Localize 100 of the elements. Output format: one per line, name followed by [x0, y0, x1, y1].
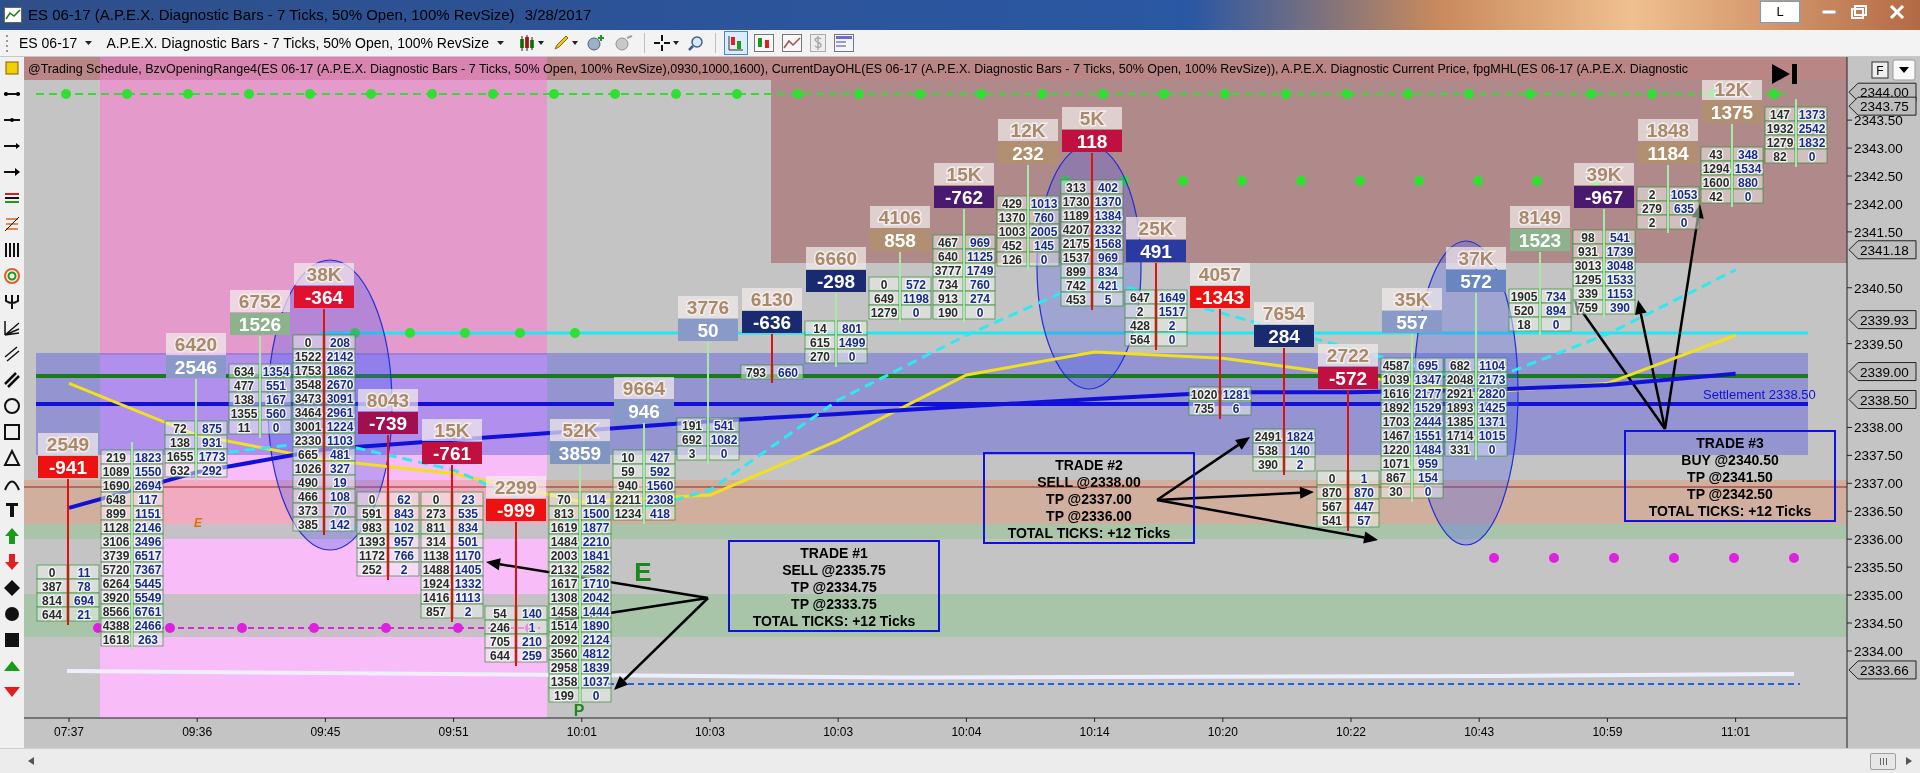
candlestick-button[interactable]: [753, 34, 774, 52]
footprint-cell: 154: [1412, 469, 1444, 485]
square-outline-icon[interactable]: [3, 423, 21, 441]
pitchfork-icon[interactable]: [3, 293, 21, 311]
caret-icon[interactable]: [672, 41, 679, 45]
parallel-lines-icon[interactable]: [3, 371, 21, 389]
footprint-cell: 42: [1700, 188, 1732, 204]
footprint-cell: 1425: [1476, 399, 1508, 415]
add-indicator-button[interactable]: [585, 34, 606, 52]
footprint-cell: 108: [324, 488, 356, 504]
bar-type-dropdown[interactable]: A.P.E.X. Diagnostic Bars - 7 Ticks, 50% Open, 100% RevSize: [106, 32, 504, 54]
footprint-cell: 3777: [932, 262, 964, 278]
footprint-cell: 2003: [548, 547, 580, 563]
footprint-cell: 1823: [132, 449, 164, 465]
footprint-cell: 1371: [1476, 413, 1508, 429]
footprint-cell: 2332: [1092, 221, 1124, 237]
price-label: 2337.50: [1854, 448, 1903, 464]
scroll-left-icon[interactable]: [28, 757, 34, 765]
bar-marker: E: [194, 516, 202, 530]
price-label: 2343.00: [1854, 141, 1903, 157]
drawing-tool-button[interactable]: [551, 34, 578, 52]
caret-icon[interactable]: [537, 41, 544, 45]
candlestick-icon[interactable]: [517, 34, 536, 52]
price-label: 2336.00: [1854, 532, 1903, 548]
link-button[interactable]: L: [1760, 1, 1800, 23]
footprint-cell: 2308: [644, 491, 676, 507]
volume-label: 52K: [550, 419, 610, 441]
delta-label: -364: [294, 286, 354, 308]
properties-button[interactable]: [833, 34, 854, 52]
footprint-cell: 1039: [1380, 371, 1412, 387]
caret-icon[interactable]: [496, 41, 504, 45]
channel-icon[interactable]: [3, 345, 21, 363]
footprint-cell: 331: [1444, 441, 1476, 457]
down-arrow-icon[interactable]: [3, 553, 21, 571]
panel-menu-button[interactable]: [1892, 59, 1916, 81]
time-label: 09:45: [310, 725, 341, 739]
footprint-cell: 4207: [1060, 221, 1092, 237]
footprint-cell: 0: [292, 334, 324, 350]
delta-label: -636: [742, 311, 802, 333]
pencil-icon[interactable]: [551, 34, 570, 52]
zoom-button[interactable]: [686, 34, 705, 52]
volume-label: 12K: [1702, 78, 1762, 100]
crosshair-button[interactable]: [652, 34, 679, 52]
footprint-cell: 18: [1508, 316, 1540, 332]
footprint-cell: 2: [1636, 186, 1668, 202]
square-icon[interactable]: [3, 631, 21, 649]
footprint-cell: 0: [708, 445, 740, 461]
footprint-cell: 2175: [1060, 235, 1092, 251]
fan-icon[interactable]: [3, 319, 21, 337]
close-icon[interactable]: [1889, 5, 1905, 19]
chart-style-button[interactable]: [517, 34, 544, 52]
triangle-icon[interactable]: [3, 449, 21, 467]
footprint-cell: 1279: [1764, 134, 1796, 150]
circle-icon[interactable]: [3, 397, 21, 415]
vertical-lines-icon[interactable]: [3, 241, 21, 259]
scrollbar[interactable]: [0, 748, 1920, 773]
footprint-cell: 0: [1668, 214, 1700, 230]
volume-label: 4057: [1190, 263, 1250, 285]
footprint-cell: 1517: [1156, 303, 1188, 319]
footprint-cell: 5445: [132, 575, 164, 591]
footprint-cell: 117: [132, 491, 164, 507]
diamond-icon[interactable]: [3, 579, 21, 597]
footprint-cell: 1003: [996, 223, 1028, 239]
footprint-cell: 0: [1732, 188, 1764, 204]
footprint-cell: 0: [420, 491, 452, 507]
crosshair-icon[interactable]: [652, 34, 671, 52]
price-label: 2336.50: [1854, 504, 1903, 520]
footprint-cell: 1522: [292, 348, 324, 364]
footprint-cell: 648: [100, 491, 132, 507]
footprint-cell: 1295: [1572, 271, 1604, 287]
panel-toggle-button[interactable]: F: [1871, 61, 1889, 79]
fibonacci-icon[interactable]: [3, 215, 21, 233]
up-arrow-icon[interactable]: [3, 527, 21, 545]
delta-label: 284: [1254, 325, 1314, 347]
scroll-right-icon[interactable]: [1906, 757, 1912, 765]
footprint-cell: 0: [1156, 331, 1188, 347]
footprint-cell: 2211: [612, 491, 644, 507]
delta-label: 2546: [166, 356, 226, 378]
line-chart-button[interactable]: [781, 34, 802, 52]
footprint-cell: 1862: [324, 362, 356, 378]
footprint-cell: 1484: [1412, 441, 1444, 457]
footprint-cell: 373: [292, 502, 324, 518]
footprint-cell: 875: [196, 420, 228, 436]
dot-icon[interactable]: [3, 605, 21, 623]
scroll-thumb[interactable]: [1870, 752, 1896, 770]
caret-icon[interactable]: [571, 41, 578, 45]
footprint-cell: 490: [292, 474, 324, 490]
footprint-cell: 538: [1252, 442, 1284, 458]
footprint-cell: 167: [260, 391, 292, 407]
footprint-cell: 263: [132, 631, 164, 647]
text-tool-icon[interactable]: [3, 501, 21, 519]
restore-icon[interactable]: [1851, 5, 1867, 19]
footprint-cell: 54: [484, 605, 516, 621]
target-icon[interactable]: [3, 267, 21, 285]
caret-icon[interactable]: [85, 41, 93, 45]
instrument-dropdown[interactable]: ES 06-17: [19, 32, 93, 54]
delta-label: 50: [678, 319, 738, 341]
footprint-cell: 1892: [1380, 399, 1412, 415]
time-label: 10:20: [1207, 725, 1238, 739]
skip-to-end-icon[interactable]: [1772, 64, 1797, 84]
